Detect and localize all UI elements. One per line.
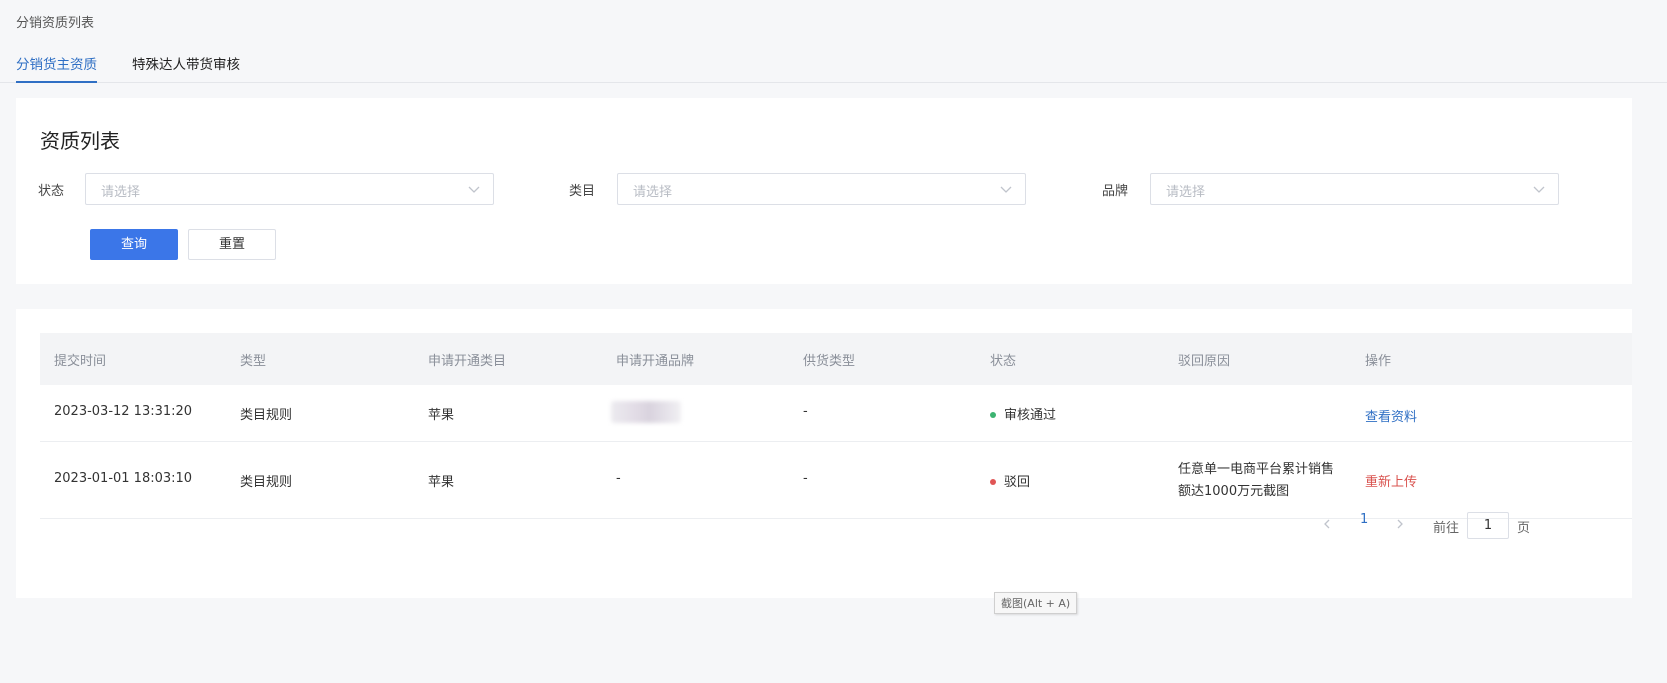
table-header: 提交时间 类型 申请开通类目 申请开通品牌 供货类型 状态 驳回原因 操作 [40,333,1632,385]
status-filter-label: 状态 [38,184,65,199]
table-row: 2023-01-01 18:03:10 类目规则 苹果 - - 驳回 任意单一电… [40,442,1632,519]
cell-submit-time: 2023-03-12 13:31:20 [54,404,193,419]
card-title: 资质列表 [40,129,120,153]
cell-submit-time: 2023-01-01 18:03:10 [54,471,193,486]
pagination-page-suffix: 页 [1517,521,1531,536]
reset-button[interactable]: 重置 [188,229,276,260]
query-button[interactable]: 查询 [90,229,178,260]
filter-card: 资质列表 状态 请选择 类目 请选择 品牌 请选择 查询 重置 [16,98,1632,284]
cell-brand: - [616,471,621,486]
column-header-submit-time: 提交时间 [54,354,107,369]
cell-status: 驳回 [990,471,1030,490]
breadcrumb: 分销资质列表 [16,16,95,31]
redacted-brand [611,401,681,423]
column-header-type: 类型 [240,354,267,369]
status-text: 审核通过 [1004,408,1057,423]
tab-distribution-owner-qualification[interactable]: 分销货主资质 [16,53,97,83]
brand-select[interactable]: 请选择 [1150,173,1559,205]
column-header-reject-reason: 驳回原因 [1178,354,1231,369]
cell-reject-reason: 任意单一电商平台累计销售额达1000万元截图 [1178,462,1335,499]
cell-supply-type: - [803,404,808,419]
pagination-page-1[interactable]: 1 [1360,512,1368,527]
cell-type: 类目规则 [240,475,293,490]
pagination-goto-input[interactable]: 1 [1467,512,1509,539]
column-header-brand: 申请开通品牌 [616,354,695,369]
brand-select-placeholder: 请选择 [1166,185,1206,200]
chevron-left-icon[interactable] [1321,518,1333,530]
chevron-down-icon [1533,186,1545,193]
status-select-placeholder: 请选择 [101,185,141,200]
column-header-supply-type: 供货类型 [803,354,856,369]
brand-filter-label: 品牌 [1102,184,1129,199]
chevron-right-icon[interactable] [1394,518,1406,530]
column-header-status: 状态 [990,354,1017,369]
cell-status: 审核通过 [990,404,1056,423]
status-dot-icon [990,411,996,418]
tab-bar: 分销货主资质 特殊达人带货审核 [0,48,1667,83]
category-filter-label: 类目 [569,184,596,199]
cell-type: 类目规则 [240,408,293,423]
category-select[interactable]: 请选择 [617,173,1026,205]
status-text: 驳回 [1004,475,1031,490]
status-dot-icon [990,478,996,485]
cell-category: 苹果 [428,475,455,490]
column-header-actions: 操作 [1365,354,1392,369]
status-select[interactable]: 请选择 [85,173,494,205]
qualification-table: 提交时间 类型 申请开通类目 申请开通品牌 供货类型 状态 驳回原因 操作 20… [40,333,1632,519]
pagination-goto-label: 前往 [1433,521,1460,536]
column-header-category: 申请开通类目 [428,354,507,369]
table-row: 2023-03-12 13:31:20 类目规则 苹果 - 审核通过 查看资料 [40,385,1632,442]
screenshot-tooltip: 截图(Alt + A) [994,592,1078,614]
reupload-link[interactable]: 重新上传 [1365,471,1417,490]
cell-category: 苹果 [428,408,455,423]
category-select-placeholder: 请选择 [633,185,673,200]
view-documents-link[interactable]: 查看资料 [1365,406,1417,425]
chevron-down-icon [1000,186,1012,193]
page: 分销资质列表 分销货主资质 特殊达人带货审核 资质列表 状态 请选择 类目 请选… [0,0,1667,683]
tab-special-influencer-review[interactable]: 特殊达人带货审核 [132,53,240,81]
table-card: 提交时间 类型 申请开通类目 申请开通品牌 供货类型 状态 驳回原因 操作 20… [16,309,1632,598]
chevron-down-icon [468,186,480,193]
cell-supply-type: - [803,471,808,486]
